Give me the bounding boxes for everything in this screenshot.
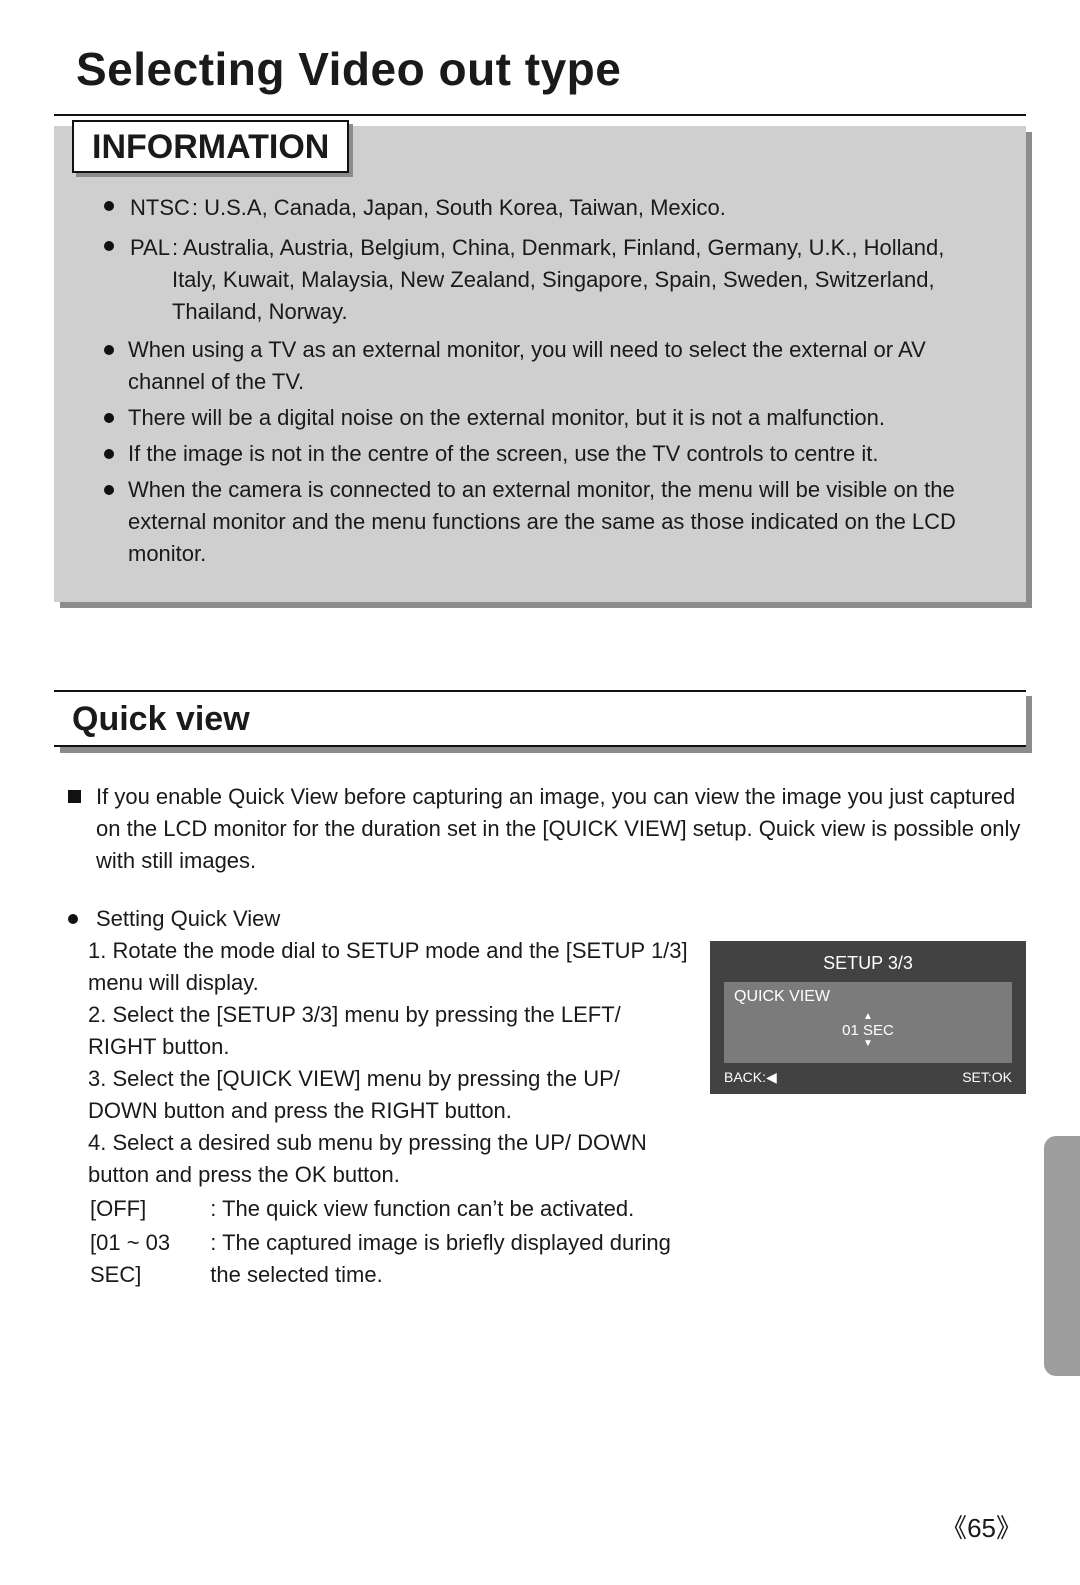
bracket-right-icon: 》 — [996, 1513, 1022, 1543]
info-bullet-4: There will be a digital noise on the ext… — [98, 402, 990, 434]
bracket-left-icon: 《 — [941, 1513, 967, 1543]
info-bullet-5: If the image is not in the centre of the… — [98, 438, 990, 470]
quick-view-section: Quick view If you enable Quick View befo… — [54, 690, 1026, 1293]
lcd-menu-box: QUICK VIEW ▲ 01 SEC ▼ — [724, 982, 1012, 1063]
quick-view-intro-list: If you enable Quick View before capturin… — [54, 781, 1026, 877]
sec-label: [01 ~ 03 SEC] — [90, 1227, 208, 1291]
step-3: 3. Select the [QUICK VIEW] menu by press… — [88, 1063, 688, 1127]
quick-view-setting-title: Setting Quick View — [62, 903, 1026, 935]
step-1: 1. Rotate the mode dial to SETUP mode an… — [88, 935, 688, 999]
off-text: : The quick view function can’t be activ… — [210, 1193, 686, 1225]
ntsc-text: : U.S.A, Canada, Japan, South Korea, Tai… — [192, 192, 726, 224]
information-list: NTSC : U.S.A, Canada, Japan, South Korea… — [90, 176, 990, 570]
lcd-value-text: 01 SEC — [842, 1022, 894, 1039]
page-number-value: 65 — [967, 1513, 996, 1543]
information-header: INFORMATION — [72, 120, 349, 173]
quick-view-intro: If you enable Quick View before capturin… — [62, 781, 1026, 877]
up-arrow-icon: ▲ — [734, 1012, 1002, 1022]
lcd-menu-item: QUICK VIEW — [734, 988, 1002, 1006]
info-bullet-6: When the camera is connected to an exter… — [98, 474, 990, 570]
ntsc-label: NTSC — [130, 192, 190, 224]
quick-view-steps: 1. Rotate the mode dial to SETUP mode an… — [54, 935, 688, 1293]
pal-text: : Australia, Austria, Belgium, China, De… — [172, 232, 988, 328]
information-box: INFORMATION NTSC : U.S.A, Canada, Japan,… — [54, 126, 1026, 602]
pal-label: PAL — [130, 232, 170, 328]
title-rule — [54, 114, 1026, 116]
quick-view-setting-list: Setting Quick View — [54, 903, 1026, 935]
side-thumb-tab — [1044, 1136, 1080, 1376]
quick-view-header: Quick view — [54, 690, 1026, 747]
manual-page: Selecting Video out type INFORMATION NTS… — [0, 0, 1080, 1585]
lcd-set: SET:OK — [962, 1069, 1012, 1086]
step-2: 2. Select the [SETUP 3/3] menu by pressi… — [88, 999, 688, 1063]
lcd-screenshot: SETUP 3/3 QUICK VIEW ▲ 01 SEC ▼ BACK:◀ S… — [710, 941, 1026, 1094]
off-label: [OFF] — [90, 1193, 208, 1225]
info-bullet-pal: PAL : Australia, Austria, Belgium, China… — [98, 230, 990, 330]
lcd-back: BACK:◀ — [724, 1069, 777, 1086]
down-arrow-icon: ▼ — [734, 1039, 1002, 1049]
lcd-title: SETUP 3/3 — [724, 953, 1012, 974]
info-bullet-3: When using a TV as an external monitor, … — [98, 334, 990, 398]
quick-view-submenu-table: [OFF] : The quick view function can’t be… — [88, 1191, 688, 1293]
page-title: Selecting Video out type — [76, 42, 1026, 96]
page-number: 《65》 — [941, 1508, 1022, 1545]
step-4: 4. Select a desired sub menu by pressing… — [88, 1127, 688, 1191]
lcd-value: ▲ 01 SEC ▼ — [734, 1012, 1002, 1049]
info-bullet-ntsc: NTSC : U.S.A, Canada, Japan, South Korea… — [98, 190, 990, 226]
lcd-footer: BACK:◀ SET:OK — [724, 1069, 1012, 1086]
sec-text: : The captured image is briefly displaye… — [210, 1227, 686, 1291]
